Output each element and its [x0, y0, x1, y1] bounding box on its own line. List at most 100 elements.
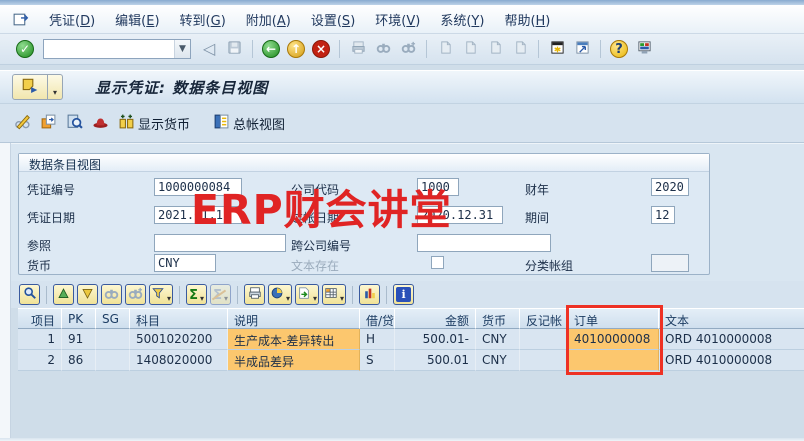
column-header-dc[interactable]: 借/贷 [360, 308, 395, 329]
period-field[interactable]: 12 [651, 206, 675, 224]
cell-sg[interactable] [96, 350, 130, 371]
last-page-button[interactable] [509, 38, 531, 60]
dropdown-arrow-icon[interactable]: ▾ [286, 294, 290, 304]
find-next-button[interactable] [397, 38, 419, 60]
dropdown-arrow-icon[interactable]: ▾ [167, 294, 171, 304]
cell-currency[interactable]: CNY [476, 350, 520, 371]
menu-extras[interactable]: 附加(A) [236, 10, 301, 29]
services-button[interactable] [12, 74, 48, 100]
command-field[interactable]: ▼ [43, 39, 191, 59]
cell-item[interactable]: 2 [18, 350, 62, 371]
cell-reverse[interactable] [520, 350, 568, 371]
cross-company-field[interactable] [417, 234, 551, 252]
help-button[interactable]: ? [608, 38, 630, 60]
layout-button[interactable]: ▾ [322, 284, 346, 305]
dropdown-arrow-icon[interactable]: ▾ [340, 294, 344, 304]
information-button[interactable]: i [393, 284, 414, 305]
cell-text[interactable]: ORD 4010000008 [659, 329, 804, 350]
find-button[interactable] [101, 284, 122, 305]
find-next-button[interactable] [125, 284, 146, 305]
next-page-button[interactable] [484, 38, 506, 60]
column-header-currency[interactable]: 货币 [476, 308, 520, 329]
column-header-sg[interactable]: SG [96, 308, 130, 329]
display-currency-button[interactable]: 显示货币 [118, 113, 190, 133]
cell-pk[interactable]: 91 [62, 329, 96, 350]
menu-help[interactable]: 帮助(H) [494, 10, 560, 29]
save-button[interactable] [223, 38, 245, 60]
new-session-button[interactable] [546, 38, 568, 60]
cell-desc[interactable]: 半成品差异 [228, 350, 360, 371]
back-button[interactable]: ← [260, 38, 282, 60]
system-menu-icon[interactable] [12, 11, 29, 28]
fiscal-year-field[interactable]: 2020 [651, 178, 689, 196]
column-header-amount[interactable]: 金额 [395, 308, 476, 329]
menu-environment[interactable]: 环境(V) [365, 10, 430, 29]
cell-amount[interactable]: 500.01- [395, 329, 476, 350]
command-input[interactable] [44, 41, 174, 57]
display-change-icon [14, 113, 31, 133]
column-header-text[interactable]: 文本 [659, 308, 804, 329]
cell-item[interactable]: 1 [18, 329, 62, 350]
column-header-desc[interactable]: 说明 [228, 308, 360, 329]
details-button[interactable] [19, 284, 40, 305]
document-header-button[interactable] [92, 113, 109, 133]
text-exists-checkbox[interactable] [431, 256, 444, 269]
column-header-reverse[interactable]: 反记帐 [520, 308, 568, 329]
cell-account[interactable]: 1408020000 [130, 350, 228, 371]
column-header-account[interactable]: 科目 [130, 308, 228, 329]
document-overview-button[interactable] [66, 113, 83, 133]
cancel-button[interactable]: × [310, 38, 332, 60]
customize-button[interactable] [633, 38, 655, 60]
subtotal-button[interactable]: Σ▾ [210, 284, 231, 305]
previous-page-button[interactable] [459, 38, 481, 60]
find-button[interactable] [372, 38, 394, 60]
services-dropdown[interactable]: ▾ [48, 74, 63, 100]
reference-field[interactable] [154, 234, 286, 252]
gl-view-button[interactable]: 总帐视图 [213, 113, 285, 133]
display-change-button[interactable] [14, 113, 31, 133]
table-row-2[interactable]: 286 1408020000半成品差异S500.01CNY ORD 40100000… [18, 350, 804, 371]
print-view-button[interactable] [244, 284, 265, 305]
menu-edit[interactable]: 编辑(E) [105, 10, 169, 29]
cell-sg[interactable] [96, 329, 130, 350]
cell-currency[interactable]: CNY [476, 329, 520, 350]
column-header-item[interactable]: 项目 [18, 308, 62, 329]
dropdown-arrow-icon[interactable]: ▾ [200, 294, 204, 304]
cell-desc[interactable]: 生产成本-差异转出 [228, 329, 360, 350]
export-button[interactable]: ▾ [295, 284, 319, 305]
filter-button[interactable]: ▾ [149, 284, 173, 305]
sort-asc-button[interactable] [53, 284, 74, 305]
dropdown-arrow-icon[interactable]: ▾ [313, 294, 317, 304]
other-document-button[interactable] [40, 113, 57, 133]
total-button[interactable]: Σ▾ [186, 284, 207, 305]
menu-settings[interactable]: 设置(S) [301, 10, 365, 29]
sort-desc-button[interactable] [77, 284, 98, 305]
create-shortcut-button[interactable] [571, 38, 593, 60]
column-header-pk[interactable]: PK [62, 308, 96, 329]
cell-amount[interactable]: 500.01 [395, 350, 476, 371]
cell-text[interactable]: ORD 4010000008 [659, 350, 804, 371]
currency-field[interactable]: CNY [154, 254, 216, 272]
first-page-icon [438, 40, 453, 58]
print-button[interactable] [347, 38, 369, 60]
command-dropdown-icon[interactable]: ▼ [174, 40, 190, 58]
back-icon: ← [262, 40, 280, 58]
new-session-icon [550, 40, 565, 58]
back-nav-button[interactable]: ◁ [198, 38, 220, 60]
graphic-button[interactable] [359, 284, 380, 305]
menu-system[interactable]: 系统(Y) [430, 10, 494, 29]
dropdown-arrow-icon[interactable]: ▾ [224, 294, 228, 304]
cell-pk[interactable]: 86 [62, 350, 96, 371]
exit-button[interactable]: ↑ [285, 38, 307, 60]
menu-goto[interactable]: 转到(G) [170, 10, 236, 29]
ledger-group-field[interactable] [651, 254, 689, 272]
cell-reverse[interactable] [520, 329, 568, 350]
table-row-1[interactable]: 1915001020200生产成本-差异转出H500.01-CNY4010000… [18, 329, 804, 350]
cell-dc[interactable]: H [360, 329, 395, 350]
views-button[interactable]: ▾ [268, 284, 292, 305]
enter-button[interactable]: ✓ [14, 38, 36, 60]
menu-document[interactable]: 凭证(D) [39, 10, 105, 29]
cell-dc[interactable]: S [360, 350, 395, 371]
first-page-button[interactable] [434, 38, 456, 60]
cell-account[interactable]: 5001020200 [130, 329, 228, 350]
